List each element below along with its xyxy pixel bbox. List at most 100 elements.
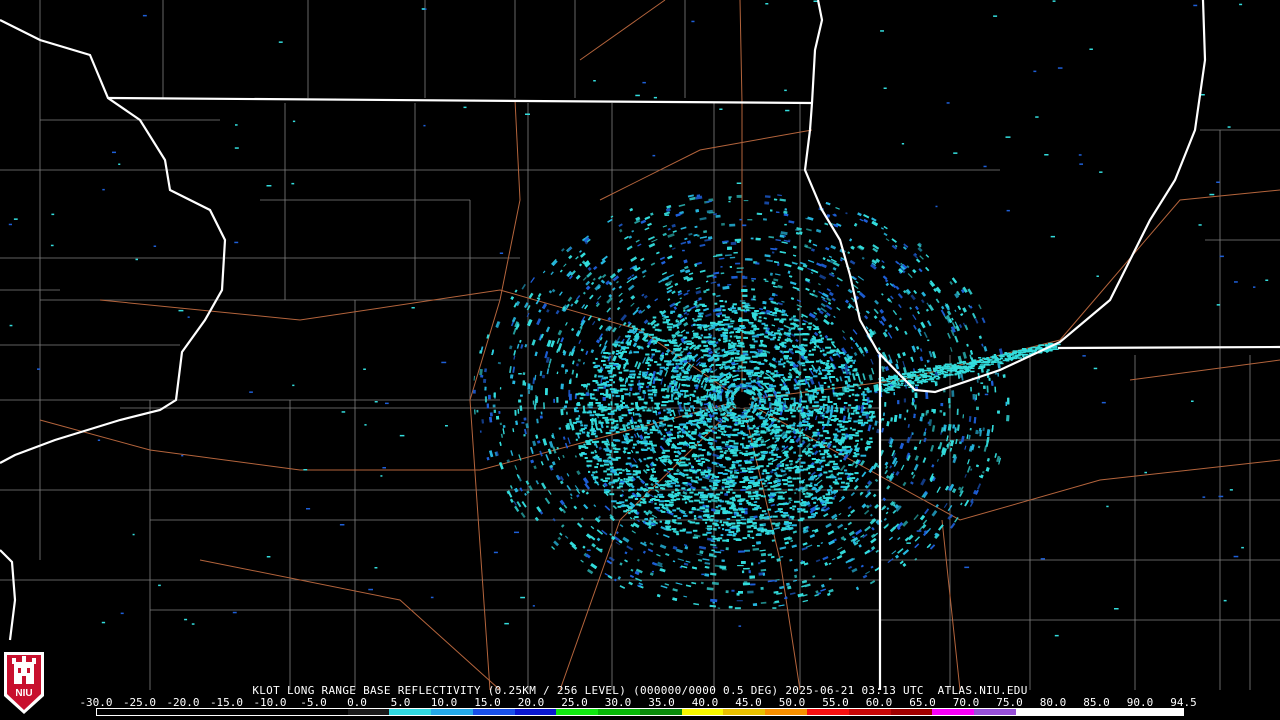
echo-pixel [742,224,747,227]
echo-pixel [928,304,934,312]
echo-pixel [927,421,930,424]
echo-pixel [622,536,630,543]
echo-pixel [699,269,706,273]
echo-pixel [864,525,871,532]
echo-pixel [820,588,826,592]
echo-pixel [602,397,606,401]
echo-pixel [727,435,731,438]
echo-pixel [789,462,794,466]
echo-pixel [839,549,846,555]
echo-pixel [516,501,522,508]
echo-pixel [585,285,591,291]
echo-pixel [949,281,953,286]
echo-pixel [771,324,776,327]
echo-pixel [935,298,940,304]
echo-pixel [622,449,627,454]
echo-pixel [664,428,668,432]
echo-pixel [994,453,997,458]
echo-pixel [768,397,771,402]
echo-pixel [574,455,577,458]
echo-pixel [639,434,644,440]
echo-pixel [956,408,959,415]
echo-pixel [599,343,602,347]
echo-pixel [598,446,602,450]
echo-pixel [926,409,929,414]
echo-pixel [626,245,633,251]
echo-pixel [741,518,747,521]
echo-pixel [695,356,702,363]
echo-pixel [666,289,673,294]
echo-pixel [493,392,496,398]
echo-pixel [489,412,493,417]
echo-pixel [750,237,754,240]
echo-pixel [873,315,878,320]
echo-pixel [829,356,834,362]
echo-pixel [882,331,888,338]
echo-pixel [884,469,889,475]
echo-pixel [899,442,904,450]
radar-echoes [8,0,1269,637]
echo-pixel [859,218,864,222]
echo-pixel [801,585,805,588]
echo-pixel [525,423,529,429]
echo-pixel [789,281,797,286]
echo-pixel [902,351,906,357]
echo-pixel [671,290,676,295]
echo-pixel [699,402,702,405]
echo-pixel [559,480,564,485]
echo-pixel [773,260,779,264]
echo-pixel [550,271,554,276]
echo-pixel [492,404,496,408]
echo-pixel [769,209,773,212]
echo-pixel [663,383,666,387]
echo-pixel [684,545,689,550]
echo-pixel [836,284,840,287]
radar-map: NIU KLOT LONG RANGE BASE REFLECTIVITY (0… [0,0,1280,720]
echo-pixel [661,271,667,276]
echo-pixel [473,375,476,381]
echo-pixel [559,291,563,296]
echo-pixel [919,348,923,352]
echo-pixel [498,411,501,414]
echo-pixel [587,266,592,271]
echo-pixel [709,604,716,608]
echo-pixel [933,409,936,414]
echo-pixel [913,399,915,403]
echo-pixel [976,483,982,490]
echo-pixel [794,574,798,579]
echo-pixel [678,383,681,389]
echo-pixel [761,403,765,407]
echo-pixel [575,363,579,367]
echo-pixel [974,397,976,402]
echo-pixel [712,292,716,296]
echo-pixel [629,207,634,212]
echo-pixel [774,580,778,583]
echo-pixel [895,359,899,364]
echo-pixel [805,287,810,291]
echo-pixel [715,477,718,480]
echo-pixel [714,509,721,513]
echo-pixel [975,464,979,468]
echo-pixel [914,536,920,542]
echo-pixel [514,505,520,513]
echo-pixel [781,300,785,303]
echo-pixel [904,330,908,335]
echo-pixel [522,372,526,376]
echo-pixel [749,516,754,518]
echo-pixel [817,330,822,335]
echo-pixel [557,342,563,351]
echo-pixel [849,336,854,341]
echo-pixel [479,350,483,354]
echo-pixel [902,563,907,567]
echo-pixel [764,280,769,283]
echo-pixel [986,429,991,437]
echo-pixel [931,510,938,517]
echo-pixel [981,317,986,324]
echo-pixel [586,393,590,396]
echo-pixel [716,294,721,298]
echo-pixel [720,266,723,268]
echo-pixel [883,226,888,230]
echo-pixel [718,338,721,342]
echo-pixel [704,313,712,318]
echo-pixel [748,377,752,381]
